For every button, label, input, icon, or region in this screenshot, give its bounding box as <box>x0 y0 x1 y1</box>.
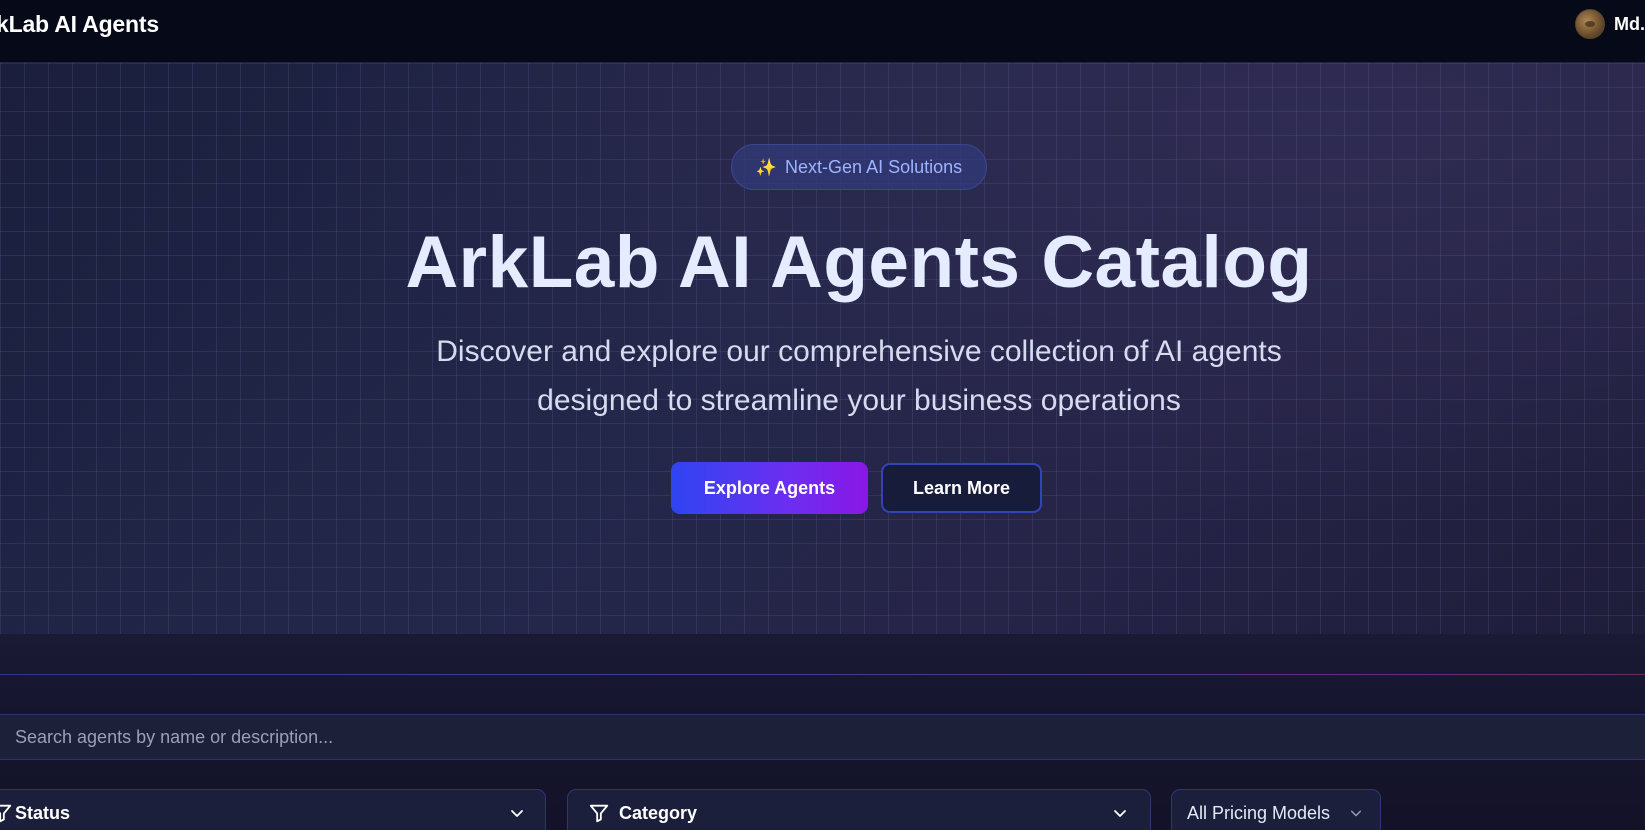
user-name[interactable]: Md. <box>1614 14 1645 35</box>
chevron-down-icon <box>1114 810 1126 817</box>
hero-badge-label: Next-Gen AI Solutions <box>785 156 963 177</box>
hero-subtitle-line-2: designed to streamline your business ope… <box>537 384 1181 417</box>
hero-subtitle-line-1: Discover and explore our comprehensive c… <box>436 335 1282 368</box>
learn-more-button[interactable]: Learn More <box>881 463 1042 513</box>
status-filter-select[interactable]: Status <box>0 789 546 830</box>
filter-icon <box>0 804 12 823</box>
sparkles-icon: ✨ <box>755 157 778 177</box>
filter-icon <box>589 804 609 823</box>
avatar[interactable] <box>1575 9 1605 39</box>
search-bar[interactable] <box>0 714 1645 760</box>
page: kLab AI Agents Md. ✨ Next-Gen AI Solutio… <box>0 0 1645 830</box>
hero-badge: ✨ Next-Gen AI Solutions <box>731 144 987 190</box>
chevron-down-icon <box>511 810 523 817</box>
hero-subtitle: Discover and explore our comprehensive c… <box>0 327 1645 425</box>
hero-section: ✨ Next-Gen AI Solutions ArkLab AI Agents… <box>0 63 1645 634</box>
explore-agents-button[interactable]: Explore Agents <box>671 462 868 514</box>
category-filter-label: Category <box>619 802 698 823</box>
pricing-model-select[interactable]: All Pricing Models <box>1171 789 1381 830</box>
top-navbar: kLab AI Agents Md. <box>0 0 1645 63</box>
chevron-down-icon <box>1350 810 1362 817</box>
brand-logo-text[interactable]: kLab AI Agents <box>0 11 159 38</box>
status-filter-label: Status <box>15 802 71 823</box>
section-divider <box>0 674 1645 675</box>
pricing-model-label: All Pricing Models <box>1187 802 1331 823</box>
user-menu[interactable]: Md. <box>1575 8 1645 40</box>
search-input[interactable] <box>15 726 1615 748</box>
page-title: ArkLab AI Agents Catalog <box>405 222 1313 303</box>
category-filter-select[interactable]: Category <box>567 789 1151 830</box>
